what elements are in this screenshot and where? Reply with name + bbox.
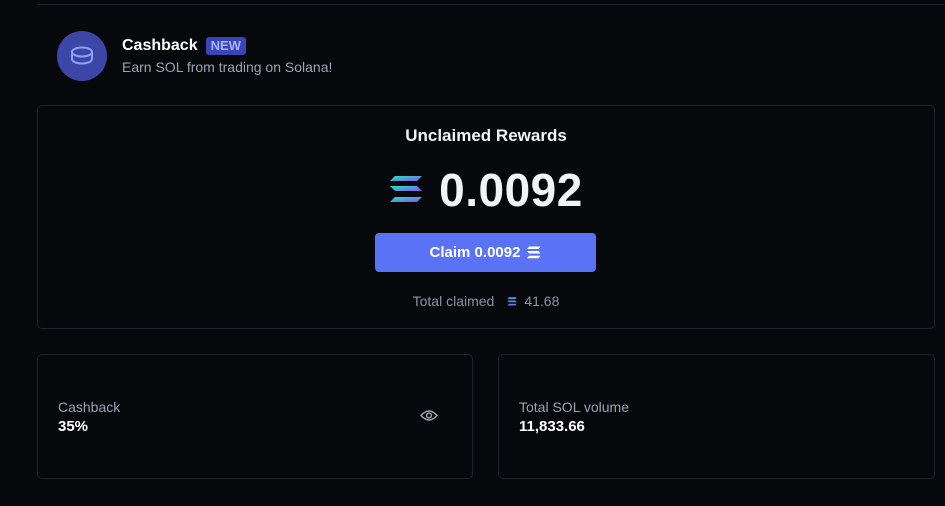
sol-volume-value: 11,833.66	[519, 418, 585, 435]
new-badge: NEW	[205, 37, 246, 55]
cashback-header: Cashback NEW Earn SOL from trading on So…	[57, 31, 332, 81]
page-title: Cashback	[122, 37, 198, 54]
rewards-amount-row: 0.0092	[38, 163, 934, 217]
rewards-title: Unclaimed Rewards	[405, 126, 567, 145]
eye-icon[interactable]	[420, 409, 438, 422]
sol-volume-card: Total SOL volume 11,833.66	[498, 354, 935, 479]
total-claimed-label: Total claimed	[412, 293, 495, 309]
cashback-rate-value: 35%	[58, 418, 89, 435]
claim-button[interactable]: Claim 0.0092	[375, 233, 596, 272]
top-divider	[37, 4, 945, 5]
solana-icon	[389, 175, 423, 208]
header-text: Cashback NEW Earn SOL from trading on So…	[122, 37, 332, 75]
solana-icon	[526, 246, 541, 259]
unclaimed-amount: 0.0092	[439, 164, 583, 216]
cashback-rate-card: Cashback 35%	[37, 354, 473, 479]
total-claimed: Total claimed 41.68	[38, 293, 934, 309]
cashback-rate-label: Cashback	[58, 399, 121, 415]
claim-button-label: Claim 0.0092	[429, 244, 521, 261]
title-row: Cashback NEW	[122, 37, 332, 55]
unclaimed-rewards-card: Unclaimed Rewards 0.0092 Claim 0.0092 To…	[37, 105, 935, 329]
page-subtitle: Earn SOL from trading on Solana!	[122, 59, 333, 75]
solana-icon	[507, 296, 518, 306]
total-claimed-value: 41.68	[524, 293, 560, 309]
coin-stack-icon	[57, 31, 107, 81]
sol-volume-label: Total SOL volume	[519, 399, 629, 415]
